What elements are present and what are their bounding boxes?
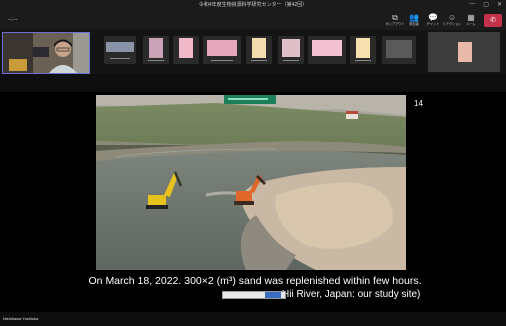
close-button[interactable]: ✕ — [497, 1, 502, 8]
window-title: 令和4年度生物資源科学研究センター（第42回） — [198, 2, 308, 8]
participant-video — [356, 38, 370, 58]
presenter-name: Nishikawa Yoshioka — [3, 316, 39, 321]
participant-tile[interactable] — [278, 36, 304, 64]
slide-photo — [96, 95, 406, 270]
maximize-button[interactable]: ▢ — [483, 1, 489, 8]
chat-icon: 💬 — [428, 13, 438, 22]
participant-video — [458, 42, 472, 62]
participant-tile[interactable] — [246, 36, 272, 64]
participant-video — [179, 38, 193, 58]
participant-name-bar — [355, 60, 371, 61]
participant-tile[interactable] — [104, 36, 136, 64]
meeting-timer: --:-- — [8, 17, 18, 23]
phone-hangup-icon: ✆ — [490, 17, 496, 24]
participant-tile[interactable] — [308, 36, 346, 64]
participant-name-bar — [148, 60, 164, 61]
participant-video — [207, 40, 237, 56]
participant-tile[interactable] — [203, 36, 241, 64]
participant-name-bar — [283, 60, 299, 61]
participant-name-bar — [110, 58, 130, 59]
minimize-button[interactable]: — — [469, 1, 475, 8]
river-photo — [96, 95, 406, 270]
reaction-label: リアクション — [442, 22, 462, 26]
chat-label: チャット — [426, 22, 440, 26]
window-controls: — ▢ ✕ — [469, 1, 502, 8]
participant-tile[interactable] — [143, 36, 169, 64]
participant-tile[interactable] — [382, 36, 416, 64]
popout-icon: ⧉ — [392, 13, 398, 22]
participant-tile[interactable] — [350, 36, 376, 64]
participant-video — [106, 42, 134, 52]
toolbar-actions: ⧉ ポップアウト 👥 参加者 💬 チャット ☺ リアクション ▦ ルーム ⋯ そ… — [385, 13, 500, 30]
slide-caption: On March 18, 2022. 300×2 (m³) sand was r… — [88, 275, 422, 287]
stop-sharing-button[interactable] — [265, 292, 281, 298]
people-icon: 👥 — [409, 13, 419, 22]
participant-video — [149, 38, 163, 58]
leave-button[interactable]: ✆ — [484, 14, 502, 27]
participant-tile[interactable] — [428, 32, 500, 72]
self-video-tile[interactable] — [2, 32, 90, 74]
chat-button[interactable]: 💬 チャット — [424, 13, 442, 30]
participant-name-bar — [251, 60, 267, 61]
participant-video — [312, 40, 342, 56]
title-bar: 令和4年度生物資源科学研究センター（第42回） — ▢ ✕ — [0, 0, 506, 12]
people-button[interactable]: 👥 参加者 — [405, 13, 423, 30]
rooms-button[interactable]: ▦ ルーム — [462, 13, 480, 30]
people-label: 参加者 — [409, 22, 419, 26]
rooms-icon: ▦ — [467, 13, 475, 22]
participant-name-bar — [210, 60, 234, 61]
reaction-icon: ☺ — [447, 13, 457, 22]
reaction-button[interactable]: ☺ リアクション — [442, 13, 462, 30]
participant-tile[interactable] — [173, 36, 199, 64]
participant-video — [282, 39, 300, 57]
meeting-toolbar: --:-- ⧉ ポップアウト 👥 参加者 💬 チャット ☺ リアクション ▦ ル… — [0, 12, 506, 30]
slide-caption-text: Hii River, Japan: our study site) — [282, 289, 421, 300]
popout-label: ポップアウト — [385, 22, 405, 26]
participant-video — [252, 38, 266, 58]
rooms-label: ルーム — [466, 22, 476, 26]
slide-number: 14 — [414, 99, 423, 108]
participant-video — [386, 40, 412, 58]
bottom-bar — [0, 312, 506, 326]
popout-button[interactable]: ⧉ ポップアウト — [385, 13, 405, 30]
screen-share-banner[interactable] — [222, 291, 286, 299]
self-video-image — [3, 33, 89, 73]
